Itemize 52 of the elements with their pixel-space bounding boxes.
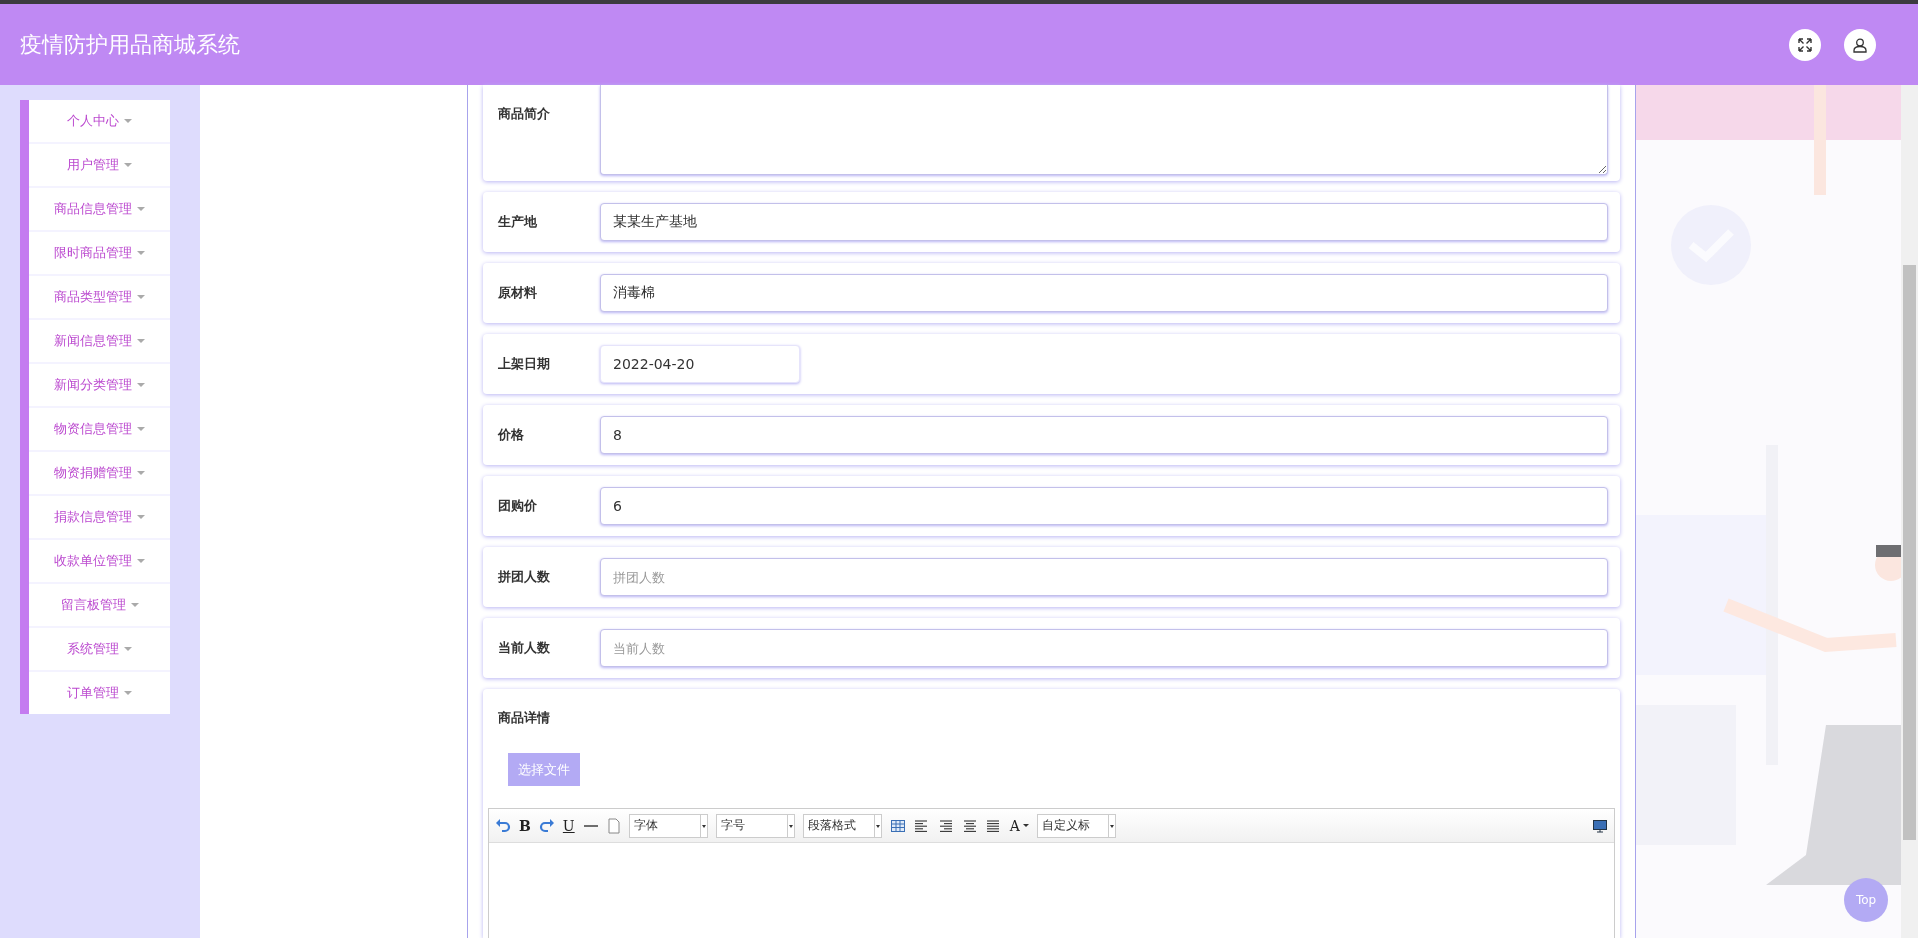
justify-icon[interactable] — [985, 817, 1002, 834]
sidebar-item[interactable]: 个人中心 — [29, 100, 170, 142]
date-field[interactable]: 2022-04-20 — [600, 345, 800, 383]
redo-icon[interactable] — [538, 817, 555, 834]
field-label: 商品简介 — [498, 105, 551, 123]
sidebar-item[interactable]: 商品类型管理 — [29, 276, 170, 318]
user-button[interactable] — [1844, 28, 1876, 61]
field-label: 上架日期 — [498, 355, 551, 373]
input-field[interactable]: 当前人数 — [600, 629, 1608, 667]
input-field[interactable]: 某某生产基地 — [600, 203, 1608, 241]
toolbar-dropdown[interactable]: 自定义标 — [1036, 813, 1116, 838]
align-center-icon[interactable] — [961, 817, 978, 834]
field-label: 拼团人数 — [498, 568, 551, 586]
fullscreen-button[interactable] — [1789, 28, 1821, 61]
input-field[interactable]: 消毒棉 — [600, 274, 1608, 312]
sidebar-item[interactable]: 物资信息管理 — [29, 408, 170, 450]
toolbar-dropdown[interactable]: 字体 — [628, 813, 708, 838]
scrollbar[interactable] — [1901, 85, 1918, 938]
sidebar-item[interactable]: 订单管理 — [29, 672, 170, 714]
description-field[interactable] — [600, 85, 1608, 175]
field-label: 原材料 — [498, 284, 538, 302]
monitor-icon[interactable] — [1592, 817, 1608, 834]
toolbar-dropdown[interactable]: 字号 — [715, 813, 795, 838]
input-field[interactable]: 6 — [600, 487, 1608, 525]
user-icon — [1852, 36, 1868, 53]
field-label: 价格 — [498, 426, 525, 444]
field-label: 商品详情 — [498, 709, 551, 727]
sidebar-item[interactable]: 捐款信息管理 — [29, 496, 170, 538]
sidebar-item[interactable]: 新闻分类管理 — [29, 364, 170, 406]
input-field[interactable]: 拼团人数 — [600, 558, 1608, 596]
field-label: 团购价 — [498, 497, 538, 515]
font-color-button[interactable]: A — [1009, 817, 1029, 834]
field-label: 当前人数 — [498, 639, 551, 657]
toolbar-dropdown[interactable]: 段落格式 — [802, 813, 882, 838]
sidebar-item[interactable]: 收款单位管理 — [29, 540, 170, 582]
sidebar-item[interactable]: 商品信息管理 — [29, 188, 170, 230]
sidebar-item[interactable]: 限时商品管理 — [29, 232, 170, 274]
sidebar-item[interactable]: 物资捐赠管理 — [29, 452, 170, 494]
sidebar-item[interactable]: 系统管理 — [29, 628, 170, 670]
sidebar-item[interactable]: 用户管理 — [29, 144, 170, 186]
underline-button[interactable]: U — [562, 817, 575, 834]
table-icon[interactable] — [889, 817, 906, 834]
app-title: 疫情防护用品商城系统 — [20, 30, 240, 59]
expand-icon — [1797, 36, 1813, 53]
align-right-icon[interactable] — [937, 817, 954, 834]
input-field[interactable]: 8 — [600, 416, 1608, 454]
sidebar-item[interactable]: 新闻信息管理 — [29, 320, 170, 362]
align-left-icon[interactable] — [913, 817, 930, 834]
sidebar-item[interactable]: 留言板管理 — [29, 584, 170, 626]
undo-icon[interactable] — [495, 817, 511, 834]
field-label: 生产地 — [498, 213, 538, 231]
bold-button[interactable]: B — [519, 817, 531, 834]
